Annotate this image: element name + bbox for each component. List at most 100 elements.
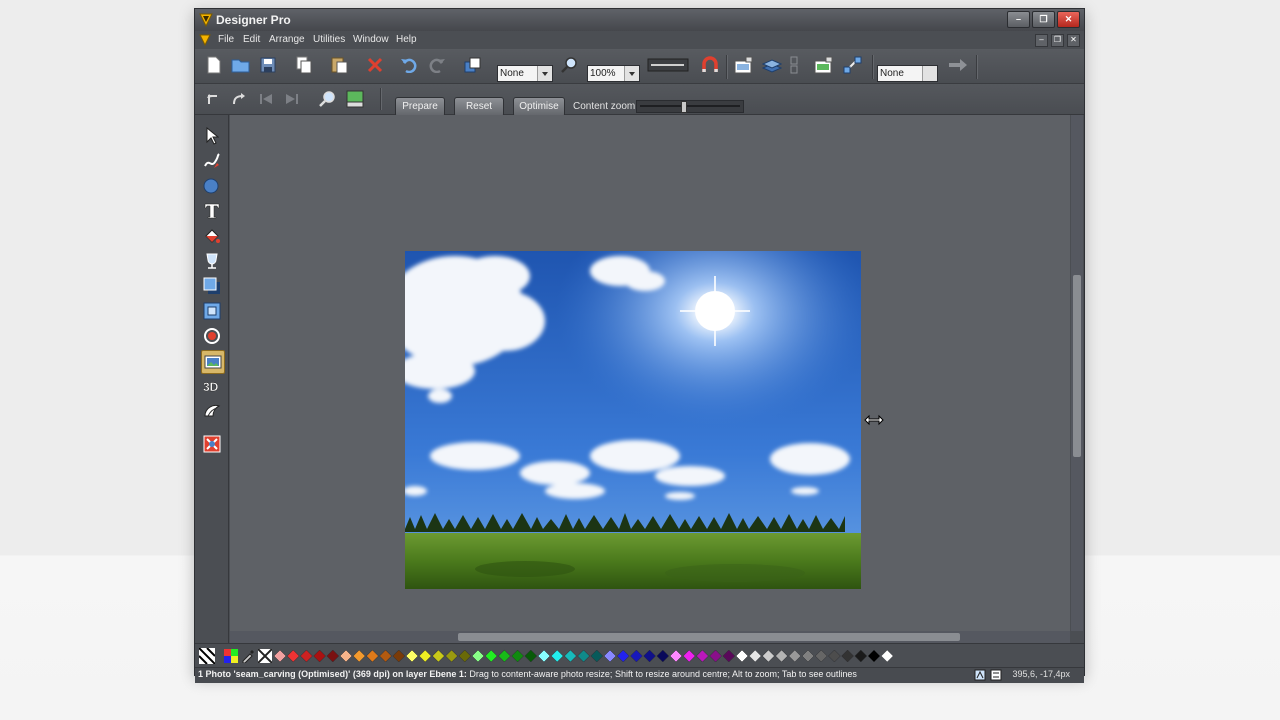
color-swatch[interactable] bbox=[405, 649, 419, 663]
new-document-button[interactable] bbox=[203, 54, 225, 76]
menu-edit[interactable]: Edit bbox=[243, 34, 260, 45]
paste-button[interactable] bbox=[329, 54, 351, 76]
units-status-icon[interactable] bbox=[990, 669, 1002, 681]
color-swatch[interactable] bbox=[274, 649, 287, 663]
color-swatch[interactable] bbox=[735, 649, 749, 663]
shadow-tool[interactable] bbox=[201, 275, 223, 297]
delete-button[interactable] bbox=[364, 54, 386, 76]
color-swatch[interactable] bbox=[458, 649, 472, 663]
color-swatch[interactable] bbox=[418, 649, 432, 663]
bring-to-front-button[interactable] bbox=[462, 54, 484, 76]
horizontal-scrollbar[interactable] bbox=[230, 631, 1070, 643]
color-swatch[interactable] bbox=[656, 649, 670, 663]
color-swatch[interactable] bbox=[630, 649, 643, 663]
optimise-button[interactable]: Optimise bbox=[513, 97, 565, 117]
prepare-button[interactable]: Prepare bbox=[395, 97, 445, 117]
transparency-tool[interactable] bbox=[201, 250, 223, 272]
menu-utilities[interactable]: Utilities bbox=[313, 34, 345, 45]
color-swatch[interactable] bbox=[313, 649, 326, 663]
color-swatch[interactable] bbox=[498, 649, 511, 663]
bevel-tool[interactable] bbox=[201, 300, 223, 322]
doc-minimize-button[interactable]: – bbox=[1035, 34, 1048, 47]
color-swatch[interactable] bbox=[339, 649, 353, 663]
color-swatch[interactable] bbox=[286, 649, 300, 663]
line-width-button[interactable] bbox=[646, 54, 690, 76]
color-swatch[interactable] bbox=[511, 649, 524, 663]
color-swatch[interactable] bbox=[537, 649, 551, 663]
color-swatch[interactable] bbox=[366, 649, 379, 663]
selected-photo[interactable] bbox=[405, 251, 861, 589]
color-swatch[interactable] bbox=[432, 649, 445, 663]
color-swatch[interactable] bbox=[616, 649, 630, 663]
color-swatch[interactable] bbox=[471, 649, 485, 663]
color-swatch[interactable] bbox=[326, 649, 340, 663]
photo-zoom-button[interactable] bbox=[317, 88, 339, 110]
menu-arrange[interactable]: Arrange bbox=[269, 34, 305, 45]
rotate-left-button[interactable] bbox=[202, 88, 224, 110]
mould-tool[interactable] bbox=[201, 400, 223, 422]
reset-button[interactable]: Reset bbox=[454, 97, 504, 117]
redo-button[interactable] bbox=[426, 54, 448, 76]
color-swatch[interactable] bbox=[841, 649, 854, 663]
color-swatch[interactable] bbox=[669, 649, 683, 663]
contour-tool[interactable] bbox=[201, 325, 223, 347]
layers-button[interactable] bbox=[761, 54, 783, 76]
menu-help[interactable]: Help bbox=[396, 34, 417, 45]
content-zoom-slider[interactable] bbox=[636, 100, 744, 113]
freehand-tool[interactable] bbox=[201, 150, 223, 172]
actual-size-button[interactable] bbox=[344, 88, 366, 110]
color-swatch[interactable] bbox=[709, 649, 722, 663]
color-swatch[interactable] bbox=[590, 649, 604, 663]
color-swatch[interactable] bbox=[484, 649, 498, 663]
color-swatch[interactable] bbox=[300, 649, 313, 663]
doc-restore-button[interactable]: ❐ bbox=[1051, 34, 1064, 47]
color-swatch[interactable] bbox=[392, 649, 406, 663]
no-color-icon[interactable] bbox=[199, 648, 215, 664]
color-editor-icon[interactable] bbox=[224, 649, 238, 663]
pattern-swatch-icon[interactable] bbox=[258, 649, 272, 663]
content-zoom-slider-thumb[interactable] bbox=[681, 101, 687, 113]
color-swatch[interactable] bbox=[762, 649, 775, 663]
color-swatch[interactable] bbox=[445, 649, 458, 663]
color-swatch[interactable] bbox=[775, 649, 788, 663]
rotate-right-button[interactable] bbox=[228, 88, 250, 110]
open-button[interactable] bbox=[230, 54, 252, 76]
color-swatch[interactable] bbox=[550, 649, 564, 663]
shape-tool[interactable] bbox=[201, 175, 223, 197]
snap-magnet-button[interactable] bbox=[699, 54, 721, 76]
transform-button[interactable] bbox=[842, 54, 864, 76]
minimize-button[interactable]: – bbox=[1007, 11, 1030, 28]
color-swatch[interactable] bbox=[854, 649, 868, 663]
color-swatch[interactable] bbox=[788, 649, 802, 663]
color-swatch[interactable] bbox=[577, 649, 590, 663]
menu-window[interactable]: Window bbox=[353, 34, 389, 45]
last-frame-button[interactable] bbox=[281, 88, 303, 110]
undo-button[interactable] bbox=[398, 54, 420, 76]
zoom-select[interactable]: 100% bbox=[587, 65, 640, 82]
doc-close-button[interactable]: ✕ bbox=[1067, 34, 1080, 47]
bitmap-select[interactable]: None bbox=[877, 65, 938, 82]
color-swatch[interactable] bbox=[643, 649, 656, 663]
color-swatch[interactable] bbox=[524, 649, 538, 663]
3d-tool[interactable]: 3D bbox=[201, 375, 223, 397]
horizontal-scroll-thumb[interactable] bbox=[458, 633, 960, 641]
color-swatch[interactable] bbox=[748, 649, 762, 663]
color-swatch[interactable] bbox=[801, 649, 815, 663]
first-frame-button[interactable] bbox=[255, 88, 277, 110]
color-swatch[interactable] bbox=[814, 649, 828, 663]
copy-button[interactable] bbox=[293, 54, 315, 76]
color-swatch[interactable] bbox=[867, 649, 881, 663]
color-swatch[interactable] bbox=[696, 649, 709, 663]
layer-gallery-button[interactable] bbox=[733, 54, 755, 76]
quality-select[interactable]: None bbox=[497, 65, 553, 82]
color-swatch[interactable] bbox=[722, 649, 736, 663]
selector-tool[interactable] bbox=[201, 125, 223, 147]
vertical-scroll-thumb[interactable] bbox=[1073, 275, 1081, 457]
restore-button[interactable]: ❐ bbox=[1032, 11, 1055, 28]
blend-tool[interactable] bbox=[201, 433, 223, 455]
color-swatch[interactable] bbox=[828, 649, 841, 663]
fill-tool[interactable] bbox=[201, 225, 223, 247]
color-swatch[interactable] bbox=[379, 649, 392, 663]
photo-tool[interactable] bbox=[201, 350, 225, 374]
close-button[interactable]: ✕ bbox=[1057, 11, 1080, 28]
